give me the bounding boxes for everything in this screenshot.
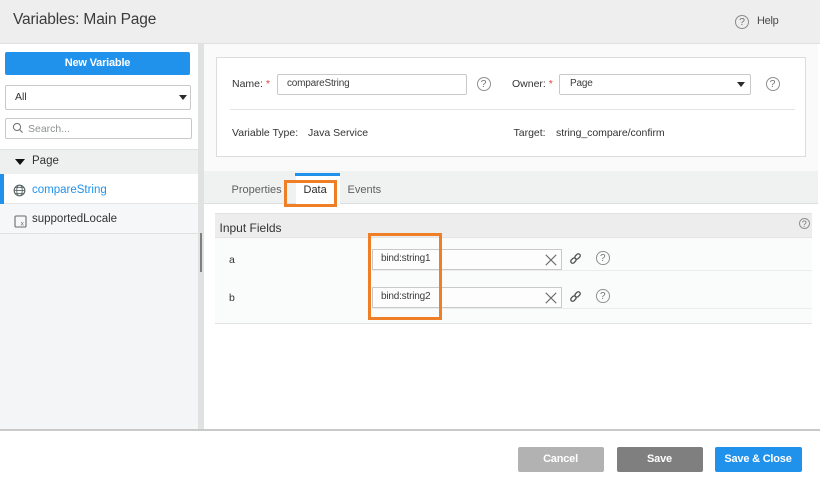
svg-text:x: x xyxy=(21,220,25,227)
